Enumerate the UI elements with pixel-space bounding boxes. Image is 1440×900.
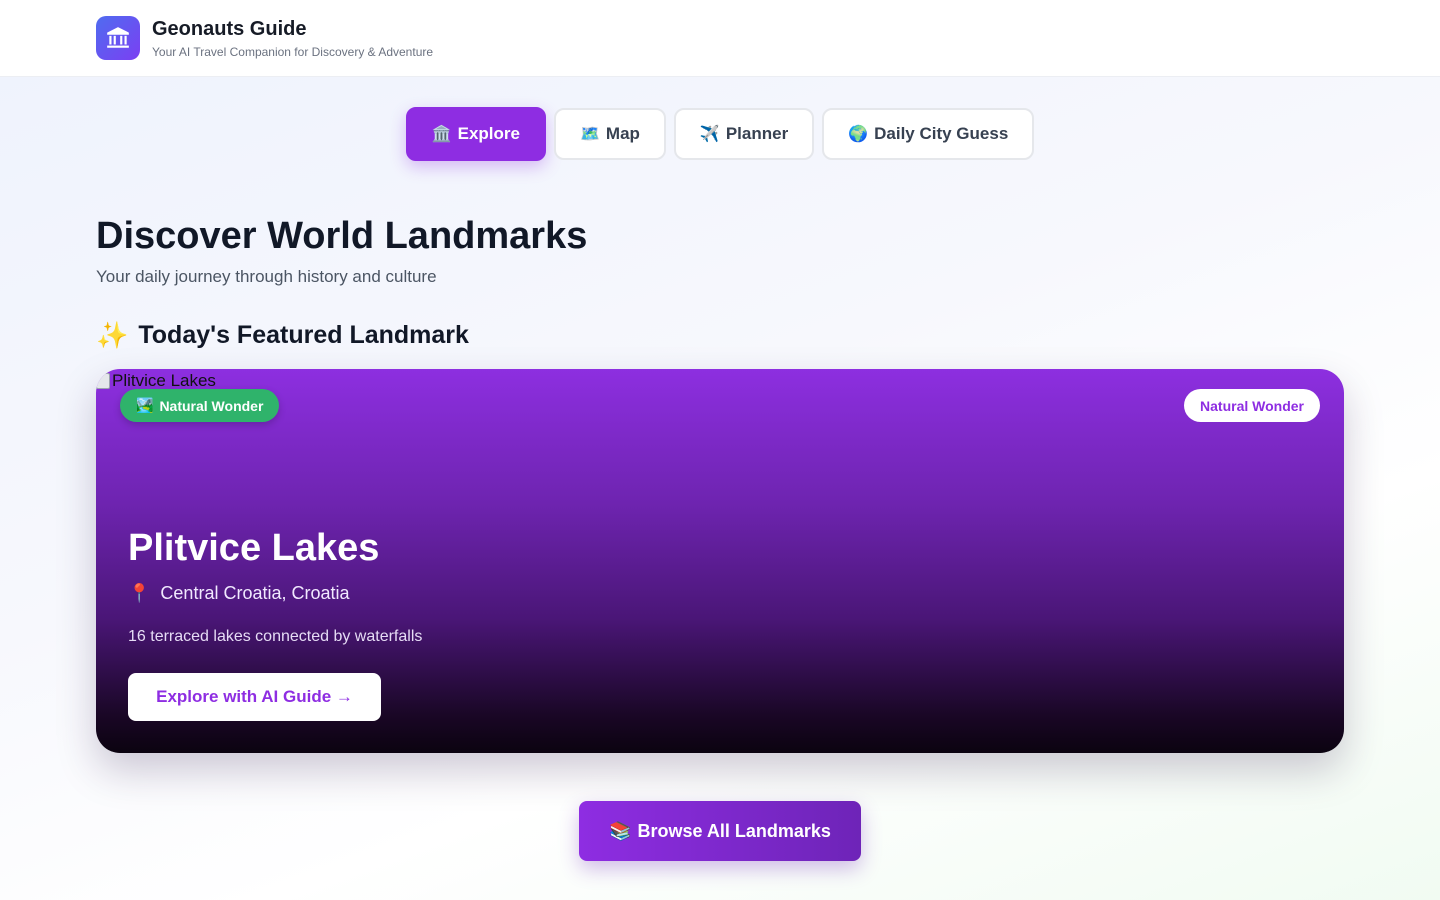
national-park-icon: 🏞️ xyxy=(136,397,154,413)
books-icon: 📚 xyxy=(609,820,632,841)
airplane-icon: ✈️ xyxy=(699,126,720,143)
landmark-icon xyxy=(96,16,140,60)
browse-all-landmarks-button[interactable]: 📚 Browse All Landmarks xyxy=(579,801,861,861)
tab-explore[interactable]: 🏛️ Explore xyxy=(405,107,546,161)
app-title: Geonauts Guide xyxy=(152,18,307,40)
category-badge-label: Natural Wonder xyxy=(159,397,264,414)
section-title-text: Today's Featured Landmark xyxy=(138,321,469,349)
app-subtitle: Your AI Travel Companion for Discovery &… xyxy=(152,45,434,59)
section-title: ✨ Today's Featured Landmark xyxy=(96,320,469,351)
tab-map[interactable]: 🗺️ Map xyxy=(553,108,666,160)
tab-label: Map xyxy=(605,124,640,143)
landmark-name: Plitvice Lakes xyxy=(128,527,380,569)
tab-label: Explore xyxy=(457,124,520,143)
explore-ai-guide-button[interactable]: Explore with AI Guide → xyxy=(128,673,381,721)
tab-label: Planner xyxy=(725,124,789,143)
page-subtitle: Your daily journey through history and c… xyxy=(96,267,437,286)
globe-icon: 🌍 xyxy=(848,126,869,143)
landmark-location: 📍 Central Croatia, Croatia xyxy=(128,583,350,604)
nav-tabs: 🏛️ Explore 🗺️ Map ✈️ Planner 🌍 Daily Cit… xyxy=(0,107,1440,161)
pin-icon: 📍 xyxy=(128,583,151,603)
landmark-description: 16 terraced lakes connected by waterfall… xyxy=(128,628,423,645)
category-badge: 🏞️ Natural Wonder xyxy=(120,389,280,422)
landmark-emoji-icon: 🏛️ xyxy=(431,126,452,143)
broken-image-icon xyxy=(96,373,110,389)
page-title: Discover World Landmarks xyxy=(96,215,588,257)
tab-planner[interactable]: ✈️ Planner xyxy=(673,108,815,160)
featured-landmark-card[interactable]: Plitvice Lakes 🏞️ Natural Wonder Natural… xyxy=(96,369,1344,753)
tab-label: Daily City Guess xyxy=(874,124,1009,143)
map-icon: 🗺️ xyxy=(579,126,600,143)
browse-label: Browse All Landmarks xyxy=(637,820,831,841)
type-badge: Natural Wonder xyxy=(1184,389,1320,422)
image-alt-text: Plitvice Lakes xyxy=(112,371,216,390)
app-header: Geonauts Guide Your AI Travel Companion … xyxy=(0,0,1440,77)
sparkles-icon: ✨ xyxy=(96,320,129,350)
landmark-image: Plitvice Lakes xyxy=(96,371,216,391)
tab-daily-city-guess[interactable]: 🌍 Daily City Guess xyxy=(822,108,1035,160)
location-text: Central Croatia, Croatia xyxy=(160,583,350,603)
